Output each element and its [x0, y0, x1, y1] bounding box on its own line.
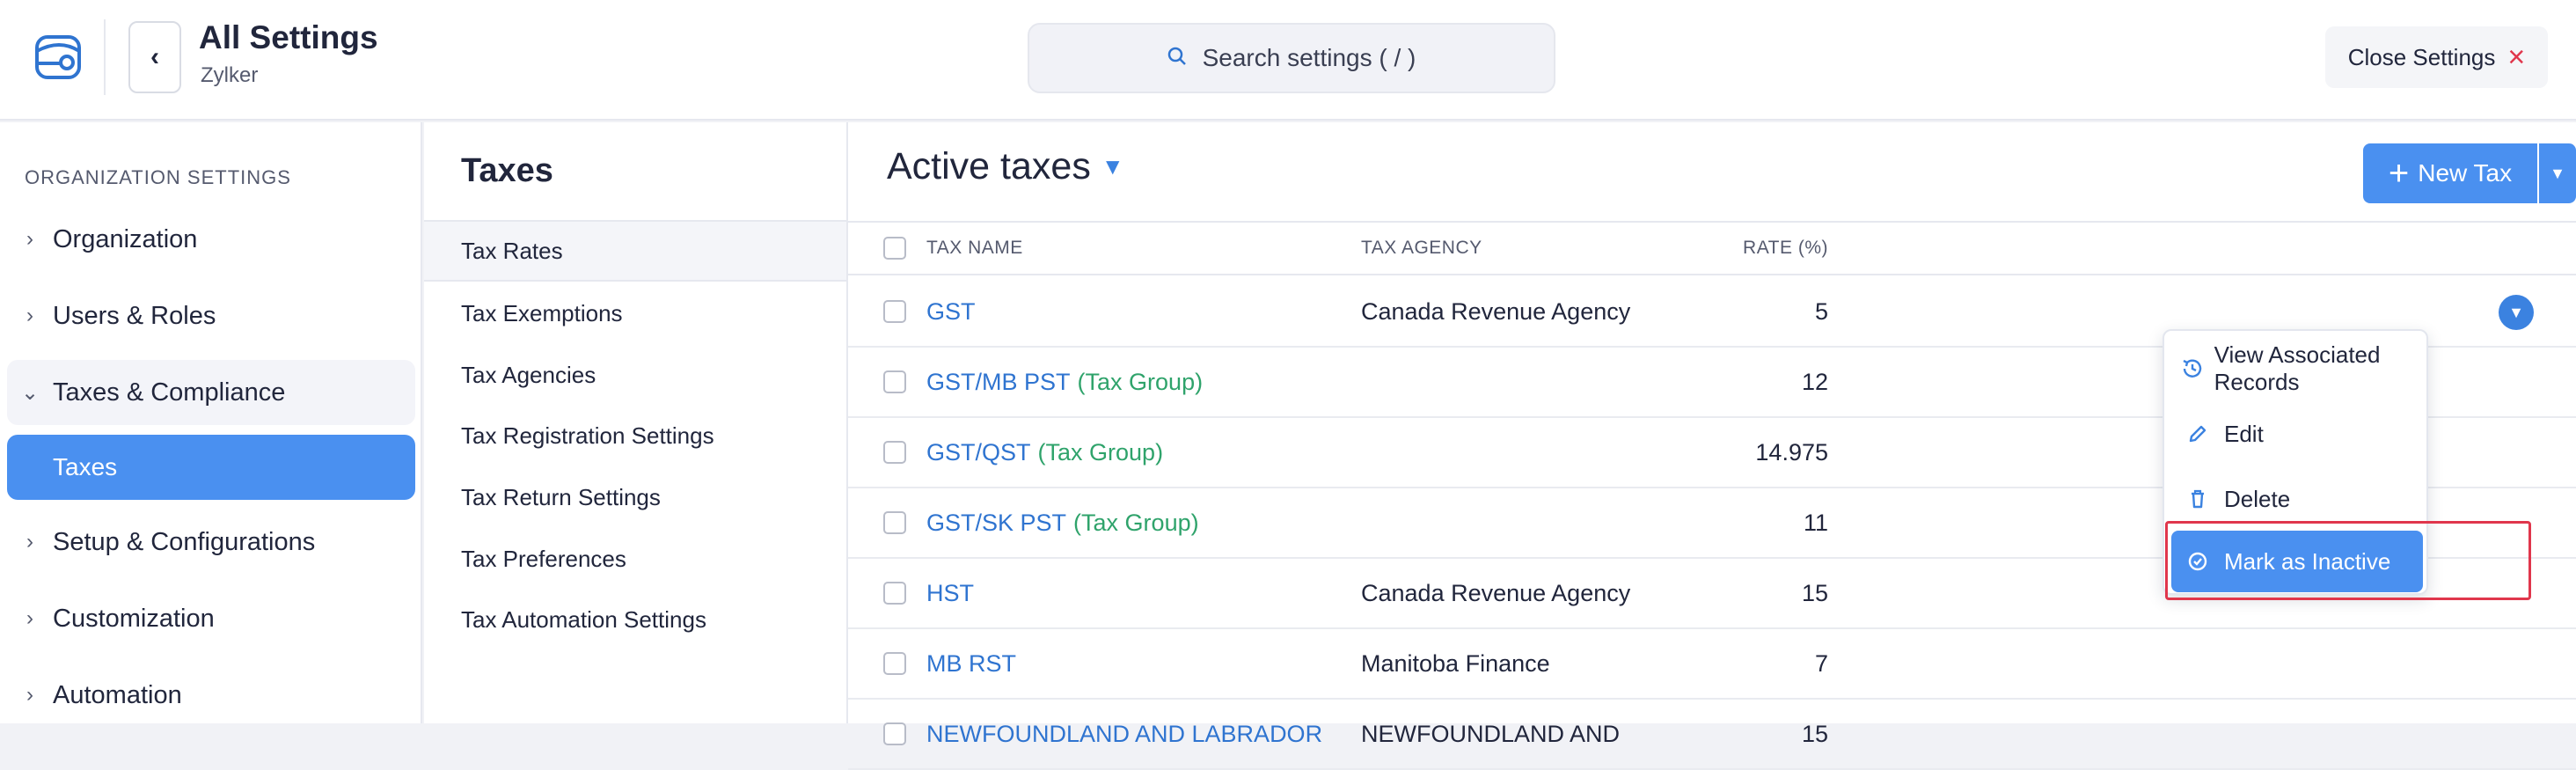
tax-rate: 15	[1801, 579, 1828, 606]
tax-rate: 5	[1814, 297, 1828, 325]
back-button[interactable]: ‹	[128, 21, 181, 93]
organization-name: Zylker	[201, 63, 259, 87]
caret-down-icon: ▼	[2550, 164, 2565, 182]
chevron-right-icon: ›	[26, 606, 33, 630]
chevron-right-icon: ›	[26, 227, 33, 251]
subnav-item-tax-return-settings[interactable]: Tax Return Settings	[424, 467, 846, 527]
menu-item-edit[interactable]: Edit	[2171, 403, 2423, 465]
tax-group-label: (Tax Group)	[1073, 509, 1199, 536]
tax-agency: Manitoba Finance	[1361, 649, 1550, 677]
menu-item-view-associated-records[interactable]: View Associated Records	[2171, 338, 2423, 400]
trash-icon	[2171, 486, 2224, 512]
tax-rate: 11	[1803, 509, 1828, 536]
pencil-icon	[2171, 421, 2224, 447]
view-selector[interactable]: Active taxes ▼	[887, 145, 1124, 188]
sidebar-item-users-roles[interactable]: › Users & Roles	[7, 283, 415, 348]
table-row[interactable]: MB RST Manitoba Finance 7	[848, 629, 2576, 700]
close-icon: ×	[2507, 40, 2526, 74]
sidebar-item-setup-configurations[interactable]: › Setup & Configurations	[7, 510, 415, 575]
tax-name-link[interactable]: HST	[926, 580, 974, 607]
subnav-item-tax-registration-settings[interactable]: Tax Registration Settings	[424, 406, 846, 466]
taxes-subnav: Taxes Tax Rates Tax Exemptions Tax Agenc…	[424, 122, 848, 723]
row-checkbox[interactable]	[883, 370, 906, 393]
settings-header: ‹ All Settings Zylker Search settings ( …	[0, 0, 2576, 121]
search-settings-input[interactable]: Search settings ( / )	[1028, 23, 1555, 93]
sidebar-item-organization[interactable]: › Organization	[7, 207, 415, 272]
annotation-highlight-box	[2165, 521, 2531, 600]
select-all-checkbox[interactable]	[883, 237, 906, 260]
row-checkbox[interactable]	[883, 300, 906, 323]
close-settings-label: Close Settings	[2347, 43, 2496, 70]
new-tax-button[interactable]: + New Tax	[2363, 143, 2537, 203]
app-logo-icon[interactable]	[33, 33, 86, 81]
tax-rate: 7	[1814, 649, 1828, 677]
chevron-down-icon: ▼	[1101, 153, 1124, 180]
subnav-item-tax-preferences[interactable]: Tax Preferences	[424, 529, 846, 589]
row-checkbox[interactable]	[883, 722, 906, 745]
tax-name-link[interactable]: GST/SK PST	[926, 510, 1066, 537]
subnav-title: Taxes	[461, 152, 553, 189]
sidebar-item-taxes[interactable]: Taxes	[7, 435, 415, 500]
header-divider	[104, 19, 106, 95]
sidebar-item-automation[interactable]: › Automation	[7, 663, 415, 728]
tax-name-link[interactable]: GST/MB PST	[926, 369, 1071, 396]
column-header-rate[interactable]: RATE (%)	[1640, 223, 1828, 274]
new-tax-label: New Tax	[2418, 159, 2513, 187]
chevron-down-icon: ▼	[2508, 303, 2524, 321]
search-icon	[1167, 44, 1187, 72]
sidebar-section-label: ORGANIZATION SETTINGS	[25, 166, 291, 188]
menu-item-label: Edit	[2224, 420, 2264, 447]
sidebar-item-label: Setup & Configurations	[53, 527, 316, 556]
sidebar-item-taxes-compliance[interactable]: ⌄ Taxes & Compliance	[7, 360, 415, 425]
tax-name-link[interactable]: GST/QST	[926, 439, 1031, 466]
chevron-down-icon: ⌄	[20, 380, 40, 405]
tax-name-link[interactable]: GST	[926, 298, 976, 326]
row-checkbox[interactable]	[883, 652, 906, 675]
subnav-item-tax-rates[interactable]: Tax Rates	[424, 222, 846, 282]
chevron-right-icon: ›	[26, 304, 33, 327]
sidebar-item-label: Users & Roles	[53, 301, 216, 330]
table-row[interactable]: NEWFOUNDLAND AND LABRADOR NEWFOUNDLAND A…	[848, 700, 2576, 770]
row-actions-button[interactable]: ▼	[2499, 295, 2534, 330]
tax-name-link[interactable]: MB RST	[926, 650, 1016, 678]
search-placeholder: Search settings ( / )	[1202, 44, 1416, 71]
chevron-right-icon: ›	[26, 683, 33, 707]
close-settings-button[interactable]: Close Settings ×	[2325, 26, 2548, 88]
table-header: TAX NAME TAX AGENCY RATE (%)	[848, 223, 2576, 275]
column-header-tax-agency[interactable]: TAX AGENCY	[1361, 223, 1482, 274]
tax-group-label: (Tax Group)	[1077, 368, 1204, 395]
subnav-item-tax-agencies[interactable]: Tax Agencies	[424, 345, 846, 405]
sidebar-item-label: Taxes & Compliance	[53, 378, 286, 407]
page-title: All Settings	[199, 19, 378, 55]
plus-icon: +	[2388, 154, 2410, 193]
chevron-right-icon: ›	[26, 530, 33, 554]
subnav-item-tax-automation-settings[interactable]: Tax Automation Settings	[424, 590, 846, 649]
column-header-tax-name[interactable]: TAX NAME	[926, 223, 1023, 274]
tax-agency: Canada Revenue Agency	[1361, 297, 1631, 325]
settings-sidebar: ORGANIZATION SETTINGS › Organization › U…	[0, 122, 422, 723]
tax-agency: Canada Revenue Agency	[1361, 579, 1631, 606]
tax-rate: 12	[1801, 368, 1828, 395]
subnav-item-tax-exemptions[interactable]: Tax Exemptions	[424, 283, 846, 343]
row-checkbox[interactable]	[883, 441, 906, 464]
history-icon	[2171, 356, 2214, 382]
menu-item-label: View Associated Records	[2214, 341, 2381, 395]
sidebar-item-label: Organization	[53, 224, 198, 253]
row-checkbox[interactable]	[883, 582, 906, 605]
sidebar-item-label: Customization	[53, 604, 215, 633]
sidebar-item-customization[interactable]: › Customization	[7, 586, 415, 651]
view-title: Active taxes	[887, 145, 1091, 187]
new-tax-dropdown-button[interactable]: ▼	[2539, 143, 2576, 203]
tax-name-link[interactable]: NEWFOUNDLAND AND LABRADOR	[926, 721, 1322, 748]
tax-agency: NEWFOUNDLAND AND	[1361, 720, 1621, 747]
sidebar-item-label: Automation	[53, 680, 182, 709]
tax-rate: 14.975	[1755, 438, 1828, 466]
tax-group-label: (Tax Group)	[1037, 438, 1164, 466]
menu-item-label: Delete	[2224, 485, 2291, 512]
tax-rate: 15	[1801, 720, 1828, 747]
row-checkbox[interactable]	[883, 511, 906, 534]
chevron-left-icon: ‹	[150, 42, 159, 71]
